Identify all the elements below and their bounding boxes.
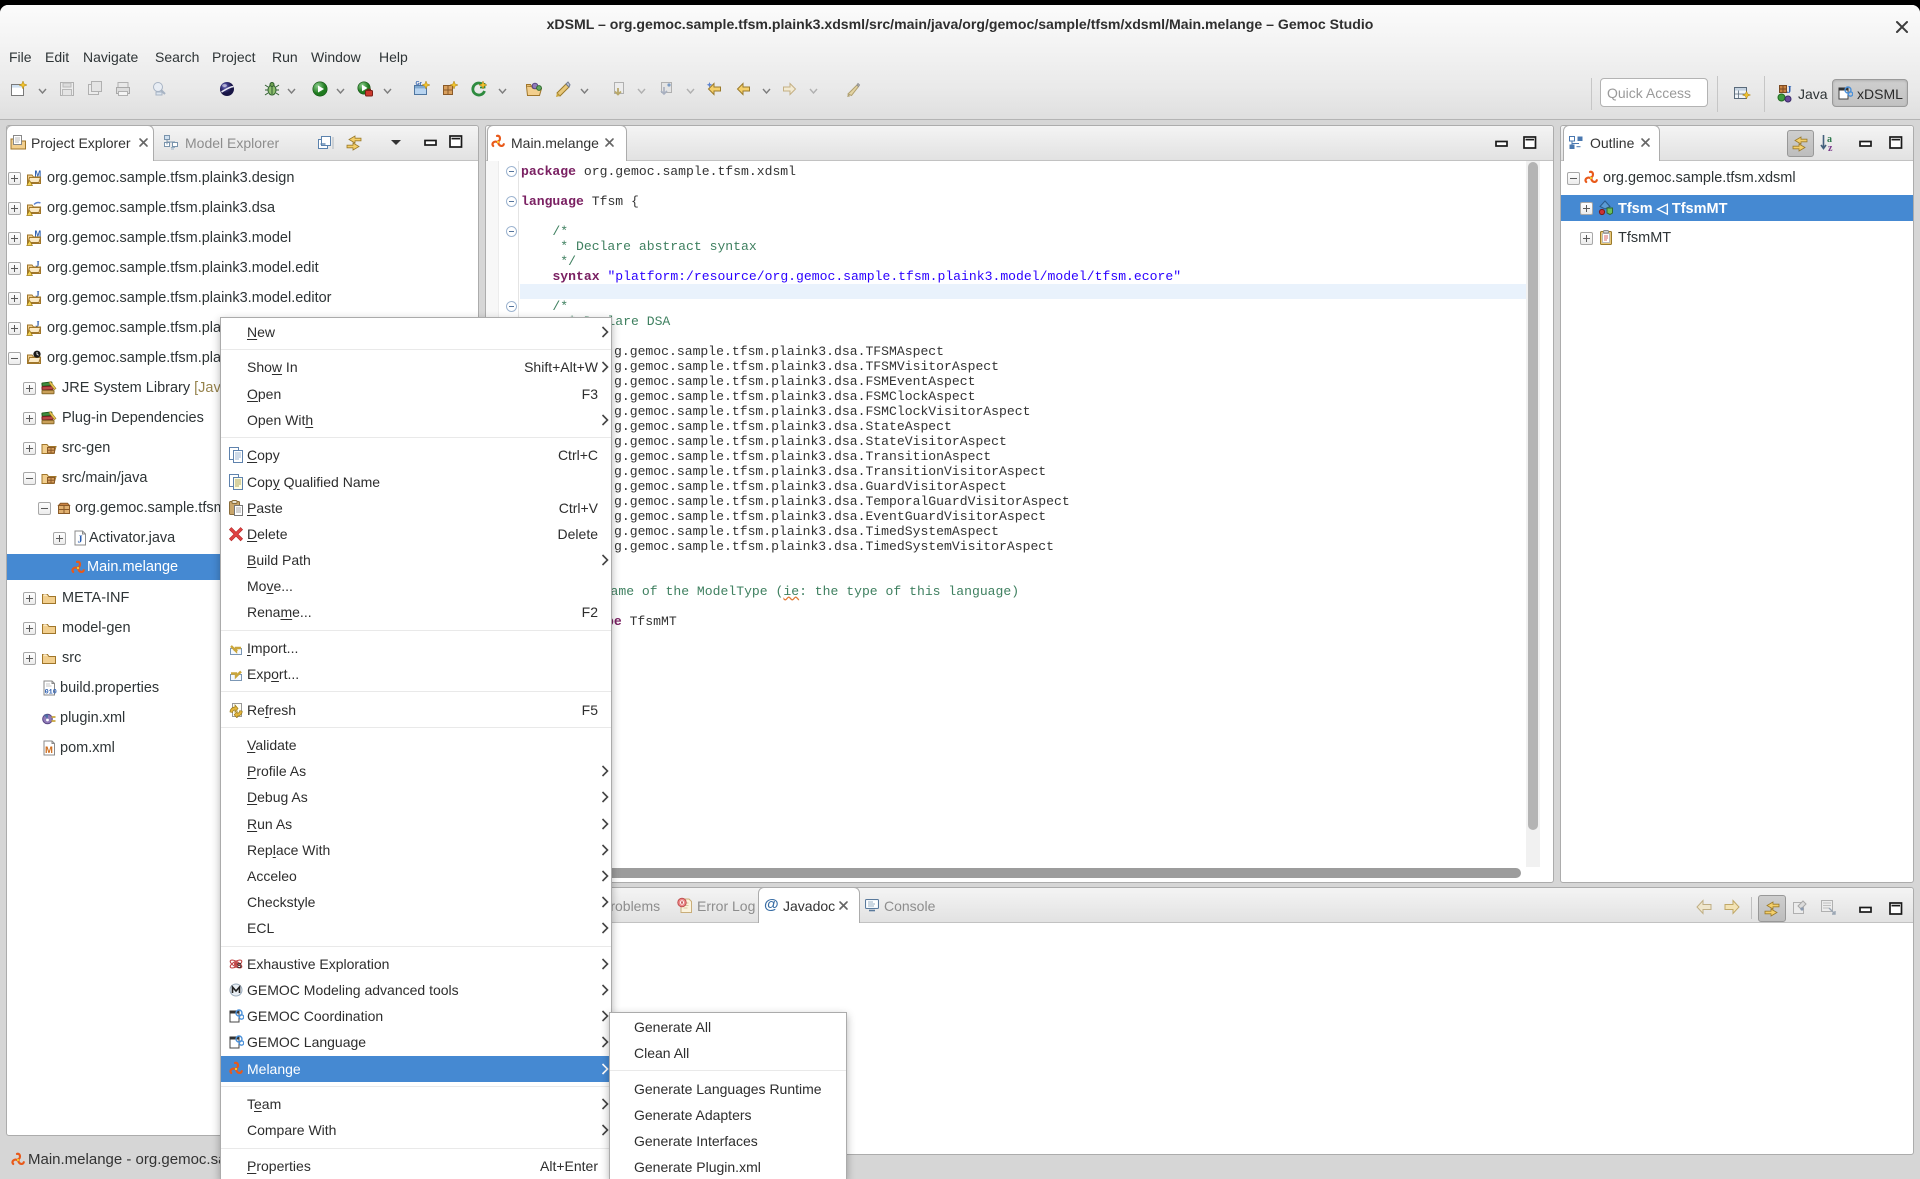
- svg-text:010: 010: [45, 689, 57, 697]
- svg-text:M: M: [35, 230, 42, 239]
- svg-text:J: J: [78, 535, 83, 546]
- svg-text:M: M: [45, 745, 53, 756]
- svg-text:M: M: [35, 170, 42, 179]
- svg-text:J: J: [36, 320, 40, 329]
- svg-text:Gr: Gr: [416, 81, 423, 87]
- svg-text:J: J: [36, 260, 40, 269]
- svg-text:J: J: [36, 290, 40, 299]
- svg-text:S: S: [237, 963, 242, 970]
- svg-text:J: J: [1787, 85, 1792, 96]
- svg-text:z: z: [1828, 143, 1833, 153]
